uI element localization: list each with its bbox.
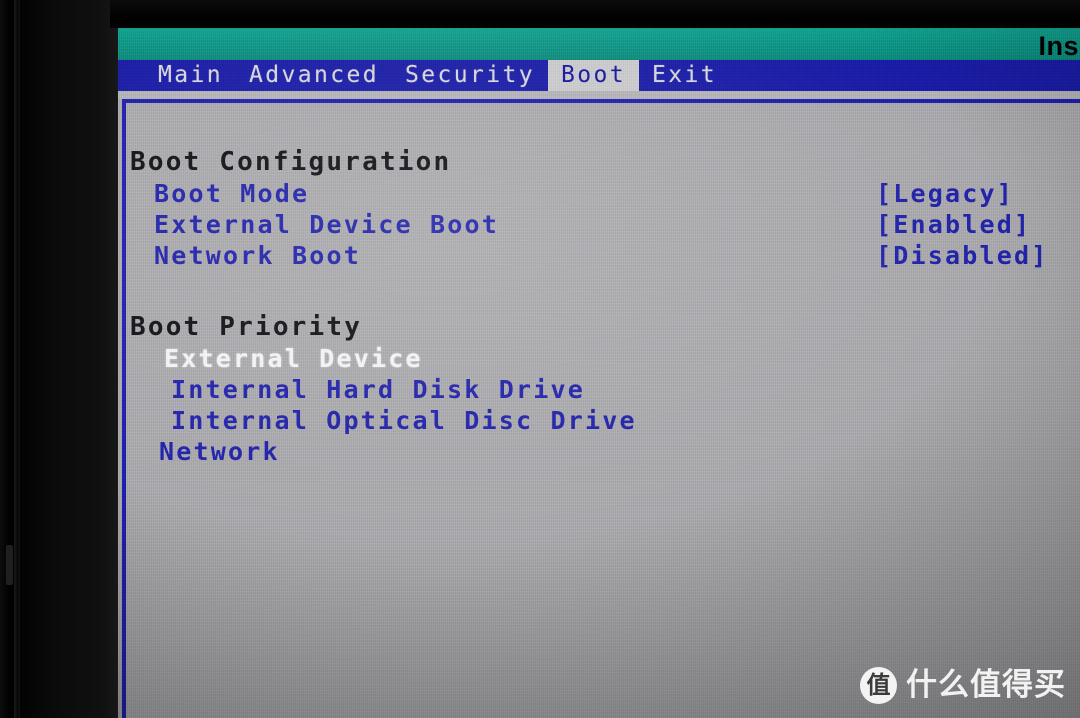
tab-label: Boot bbox=[560, 62, 626, 88]
setting-label: External Device bbox=[164, 344, 423, 373]
laptop-bezel-top bbox=[110, 0, 1080, 28]
tab-label: Main bbox=[158, 62, 223, 88]
setting-value[interactable]: [Enabled] bbox=[876, 209, 1031, 240]
setting-label: Boot Mode bbox=[154, 179, 310, 208]
setting-label: Internal Optical Disc Drive bbox=[171, 406, 637, 435]
watermark-logo-icon: 值 bbox=[860, 667, 897, 704]
setting-row[interactable]: Network bbox=[118, 436, 1080, 467]
setting-row[interactable]: Network Boot [Disabled] bbox=[118, 240, 1080, 271]
watermark: 值 什么值得买 bbox=[860, 667, 1066, 704]
laptop-bezel-seam bbox=[14, 0, 20, 718]
section-title: Boot Configuration bbox=[130, 147, 452, 177]
tab-label: Advanced bbox=[249, 62, 379, 88]
section-title: Boot Priority bbox=[130, 312, 363, 342]
setting-label: Internal Hard Disk Drive bbox=[171, 375, 586, 404]
watermark-text: 什么值得买 bbox=[906, 667, 1066, 703]
setting-row[interactable]: Internal Optical Disc Drive bbox=[118, 405, 1080, 436]
tab-advanced[interactable]: Advanced bbox=[236, 60, 392, 91]
setting-label: Network Boot bbox=[154, 241, 362, 270]
laptop-bezel-hinge-nub bbox=[6, 545, 13, 585]
setting-label: External Device Boot bbox=[154, 210, 500, 239]
bios-utility-title: Ins bbox=[1038, 31, 1079, 61]
menubar-underline bbox=[118, 91, 1080, 99]
setting-value[interactable]: [Legacy] bbox=[876, 178, 1014, 209]
setting-row[interactable]: External Device Boot [Enabled] bbox=[118, 209, 1080, 240]
bios-header-band: Ins bbox=[118, 28, 1080, 61]
tab-exit[interactable]: Exit bbox=[639, 60, 730, 91]
bios-tab-list: Main Advanced Security Boot Exit bbox=[118, 60, 730, 91]
photo-of-laptop-screen: Ins Main Advanced Security Boot Exit Boot Co… bbox=[0, 0, 1080, 718]
setting-value[interactable]: [Disabled] bbox=[876, 240, 1049, 271]
tab-label: Exit bbox=[651, 62, 717, 88]
bios-menubar: Main Advanced Security Boot Exit bbox=[118, 60, 1080, 91]
setting-label: Network bbox=[159, 437, 280, 466]
tab-main[interactable]: Main bbox=[145, 60, 236, 91]
tab-label: Security bbox=[404, 62, 535, 88]
setting-row[interactable]: External Device bbox=[118, 343, 1080, 374]
bios-screen: Ins Main Advanced Security Boot Exit Boot Co… bbox=[118, 28, 1080, 718]
setting-row[interactable]: Internal Hard Disk Drive bbox=[118, 374, 1080, 405]
bios-settings-content: Boot Configuration Boot Mode [Legacy] Exter… bbox=[118, 99, 1080, 718]
tab-security[interactable]: Security bbox=[392, 60, 548, 91]
setting-row[interactable]: Boot Mode [Legacy] bbox=[118, 178, 1080, 209]
tab-boot[interactable]: Boot bbox=[547, 60, 639, 91]
